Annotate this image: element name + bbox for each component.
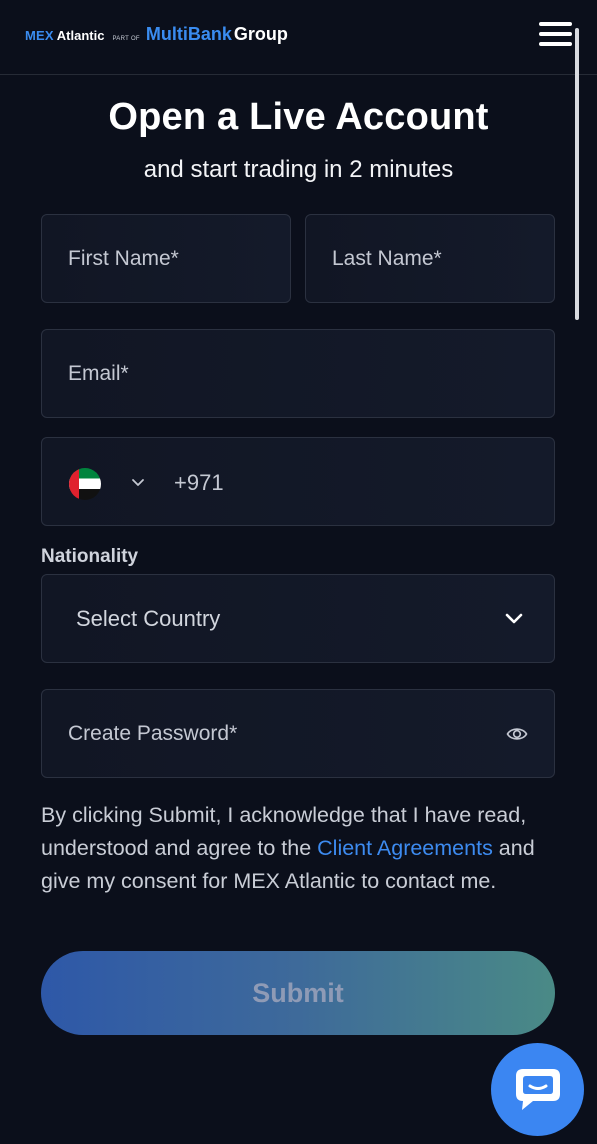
client-agreements-link[interactable]: Client Agreements bbox=[317, 836, 493, 860]
uae-flag-icon[interactable] bbox=[69, 468, 101, 500]
brand-logo[interactable]: MEX Atlantic PART OF MultiBank Group bbox=[25, 24, 288, 45]
hamburger-icon[interactable] bbox=[539, 22, 572, 50]
country-select-value: Select Country bbox=[76, 605, 221, 631]
phone-field[interactable]: +971 bbox=[41, 437, 555, 526]
page-title: Open a Live Account bbox=[108, 96, 489, 138]
last-name-field[interactable]: Last Name* bbox=[305, 214, 555, 303]
logo-multibank: MultiBank bbox=[145, 24, 232, 44]
country-select[interactable]: Select Country bbox=[41, 574, 555, 663]
last-name-placeholder: Last Name* bbox=[332, 246, 442, 270]
chat-bubble-glyph bbox=[516, 1069, 560, 1110]
top-bar: MEX Atlantic PART OF MultiBank Group bbox=[0, 0, 597, 75]
chat-bubble-icon[interactable] bbox=[491, 1043, 584, 1136]
email-field[interactable]: Email* bbox=[41, 329, 555, 418]
first-name-placeholder: First Name* bbox=[68, 246, 179, 270]
logo-part-of: PART OF bbox=[112, 36, 140, 42]
nationality-label: Nationality bbox=[41, 546, 139, 567]
first-name-field[interactable]: First Name* bbox=[41, 214, 291, 303]
eye-icon[interactable] bbox=[506, 724, 528, 744]
password-placeholder: Create Password* bbox=[68, 721, 238, 745]
logo-group: Group bbox=[233, 24, 288, 44]
signup-page: MEX Atlantic PART OF MultiBank Group Ope… bbox=[0, 0, 597, 1144]
dial-code: +971 bbox=[174, 470, 224, 495]
password-field[interactable]: Create Password* bbox=[41, 689, 555, 778]
submit-button[interactable]: Submit bbox=[41, 951, 555, 1035]
logo-atlantic: Atlantic bbox=[56, 28, 105, 43]
chevron-down-icon bbox=[505, 613, 523, 624]
chevron-down-icon[interactable] bbox=[130, 474, 146, 490]
email-placeholder: Email* bbox=[68, 361, 129, 385]
consent-text: By clicking Submit, I acknowledge that I… bbox=[41, 799, 541, 898]
page-subtitle: and start trading in 2 minutes bbox=[143, 156, 454, 183]
logo-mex: MEX bbox=[25, 28, 54, 43]
